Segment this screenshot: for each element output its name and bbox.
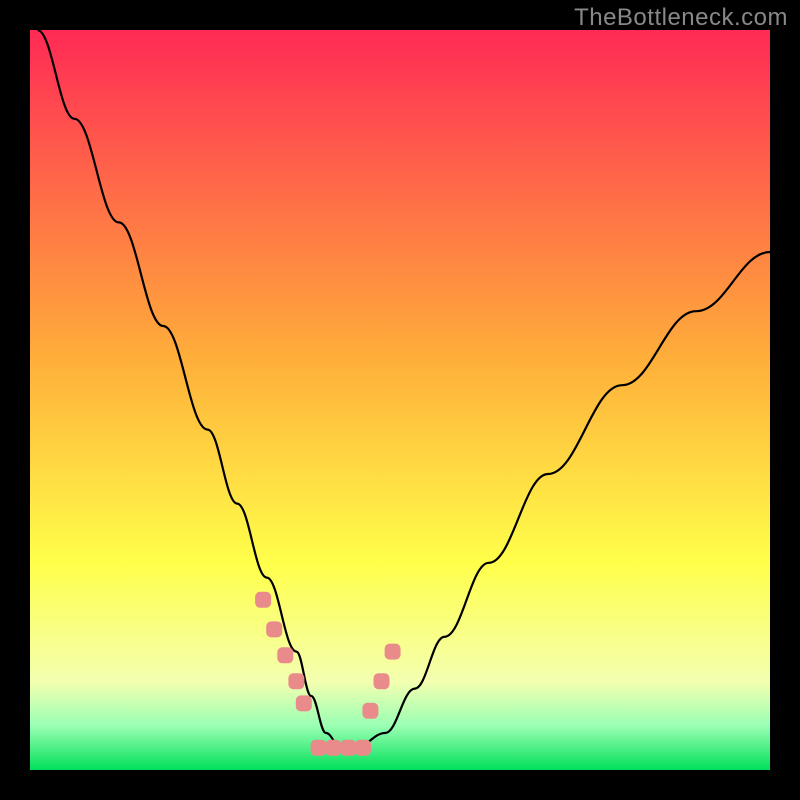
chart-frame: TheBottleneck.com [0,0,800,800]
optimum-marker-dot [311,740,327,756]
optimum-marker-dot [362,703,378,719]
optimum-marker-dot [374,673,390,689]
watermark-text: TheBottleneck.com [574,4,788,32]
optimum-marker-dot [255,592,271,608]
optimum-marker-dot [296,695,312,711]
optimum-marker-dot [325,740,341,756]
optimum-marker-dot [266,621,282,637]
bottleneck-chart [30,30,770,770]
optimum-marker-dot [385,644,401,660]
gradient-background [30,30,770,770]
optimum-marker-dot [288,673,304,689]
optimum-marker-dot [355,740,371,756]
optimum-marker-dot [340,740,356,756]
optimum-marker-dot [277,647,293,663]
